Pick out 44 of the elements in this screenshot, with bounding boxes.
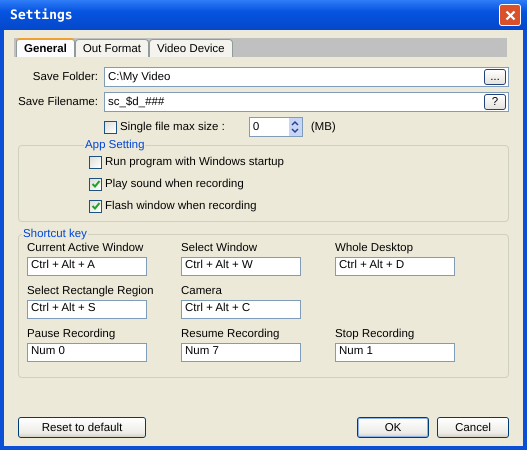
- group-title: App Setting: [84, 139, 146, 151]
- tab[interactable]: General: [16, 38, 75, 57]
- shortcut-field[interactable]: Ctrl + Alt + W: [181, 257, 301, 276]
- checkbox[interactable]: [89, 200, 102, 212]
- group-title: Shortcut key: [22, 228, 88, 240]
- shortcut-field[interactable]: Num 7: [181, 343, 301, 362]
- shortcut-field[interactable]: Num 0: [27, 343, 147, 362]
- shortcut-field[interactable]: Ctrl + Alt + S: [27, 300, 147, 319]
- checkbox-label: Run program with Windows startup: [105, 156, 284, 168]
- shortcut-label: Select Rectangle Region: [27, 285, 155, 297]
- input-field[interactable]: sc_$d_### ?: [104, 92, 509, 112]
- tab[interactable]: Video Device: [148, 39, 233, 57]
- checkbox[interactable]: [89, 156, 102, 168]
- shortcut-label: Pause Recording: [27, 328, 116, 340]
- checkbox-label: Play sound when recording: [105, 178, 244, 190]
- unit-label: (MB): [310, 121, 336, 133]
- shortcut-field[interactable]: Ctrl + Alt + C: [181, 300, 301, 319]
- input-field[interactable]: C:\My Video ...: [104, 67, 509, 87]
- shortcut-field[interactable]: Ctrl + Alt + A: [27, 257, 147, 276]
- cancel-button[interactable]: Cancel: [437, 417, 509, 438]
- checkbox[interactable]: [104, 120, 117, 134]
- shortcut-label: Select Window: [181, 242, 258, 254]
- shortcut-label: Current Active Window: [27, 242, 144, 254]
- close-button[interactable]: [499, 4, 521, 26]
- browse-button[interactable]: ...: [484, 69, 506, 85]
- field-label: Save Filename:: [18, 96, 98, 108]
- shortcut-field[interactable]: Ctrl + Alt + D: [335, 257, 455, 276]
- window-title: Settings: [10, 8, 73, 22]
- checkbox-label: Flash window when recording: [105, 200, 256, 212]
- shortcut-field[interactable]: Num 1: [335, 343, 455, 362]
- spin-box[interactable]: 0: [248, 117, 303, 137]
- field-label: Save Folder:: [32, 71, 98, 83]
- checkbox[interactable]: [89, 178, 102, 190]
- shortcut-label: Camera: [181, 285, 223, 297]
- tab[interactable]: Out Format: [74, 39, 149, 57]
- reset-button[interactable]: Reset to default: [18, 417, 146, 438]
- close-icon: [504, 10, 516, 20]
- checkbox-label: Single file max size :: [120, 121, 225, 133]
- shortcut-label: Stop Recording: [335, 328, 416, 340]
- spin-arrows-icon[interactable]: [288, 118, 302, 136]
- help-button[interactable]: ?: [484, 94, 506, 110]
- ok-button[interactable]: OK: [357, 417, 429, 438]
- shortcut-label: Whole Desktop: [335, 242, 414, 254]
- shortcut-label: Resume Recording: [181, 328, 280, 340]
